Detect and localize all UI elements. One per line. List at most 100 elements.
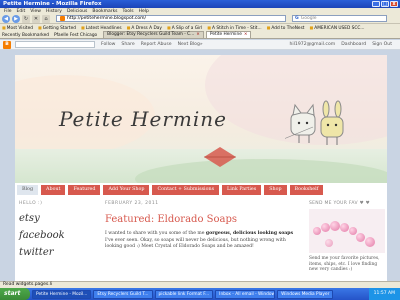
bookmark-item[interactable]: Most Visited — [2, 25, 33, 31]
bookmark-item[interactable]: Add to TheNest — [267, 25, 304, 31]
bookmark-item[interactable]: Pfaelle Fest Chicago — [54, 33, 97, 38]
window-controls: _ □ x — [372, 1, 400, 7]
next-blog-link[interactable]: Next Blog» — [178, 42, 203, 47]
forward-arrow-icon[interactable]: ▶ — [12, 14, 20, 23]
tab-label: Blogger: Etsy Recyclers Guild Team - C..… — [107, 32, 195, 37]
close-button[interactable]: x — [390, 1, 398, 7]
menu-history[interactable]: History — [46, 9, 62, 14]
address-bar[interactable]: http://petitehermine.blogspot.com/ — [56, 15, 286, 22]
tab-add-your-shop[interactable]: Add Your Shop — [103, 184, 150, 195]
beads-image — [309, 209, 385, 253]
menu-edit[interactable]: Edit — [17, 9, 26, 14]
tab-bookshelf[interactable]: Bookshelf — [289, 184, 324, 195]
blog-header[interactable]: Petite Hermine — [15, 55, 387, 183]
left-sidebar: HELLO :) etsy facebook twitter — [15, 198, 95, 289]
post-title[interactable]: Featured: Eldorado Soaps — [105, 214, 300, 225]
system-tray-clock: 11:57 AM — [368, 288, 400, 300]
sidebar-heading-hello: HELLO :) — [19, 201, 43, 206]
blogger-favicon-icon — [60, 16, 65, 21]
kite-illustration — [204, 147, 236, 167]
tab-close-icon[interactable]: × — [244, 32, 248, 38]
reload-icon[interactable]: ↻ — [22, 14, 30, 23]
post-text-bold: gorgeous, delicious looking soaps — [205, 231, 294, 236]
window-titlebar: Petite Hermine - Mozilla Firefox _ □ x — [0, 0, 400, 8]
cat-and-bunny-illustration — [285, 100, 344, 145]
tab-link-parties[interactable]: Link Parties — [222, 184, 262, 195]
sign-out-link[interactable]: Sign Out — [372, 42, 392, 47]
bookmark-item[interactable]: AMERICAN USED SCC... — [310, 25, 364, 31]
bookmark-item[interactable]: A Dress A Day — [127, 25, 162, 31]
bead — [340, 223, 349, 232]
tab-blog[interactable]: Blog — [17, 184, 39, 195]
blog-container: Petite Hermine Blog About Featured Add Y… — [15, 55, 387, 289]
taskbar-item[interactable]: pickable link Format F... — [154, 289, 214, 299]
blog-search-input[interactable] — [15, 41, 95, 48]
bookmarks-toolbar: Most Visited Getting Started Latest Head… — [0, 24, 400, 31]
bookmark-item[interactable]: A Stitch in Time - Stit... — [207, 25, 262, 31]
menu-help[interactable]: Help — [139, 9, 149, 14]
dashboard-link[interactable]: Dashboard — [341, 42, 366, 47]
maximize-button[interactable]: □ — [381, 1, 389, 7]
navigation-toolbar: ◀ ▶ ↻ ✕ ⌂ http://petitehermine.blogspot.… — [0, 14, 400, 24]
taskbar-item-firefox[interactable]: Petite Hermine - Mozil... — [32, 289, 92, 299]
right-sidebar: SEND ME YOUR FAV ♥ ♥ Send me your favori… — [309, 198, 387, 289]
menu-file[interactable]: File — [4, 9, 12, 14]
account-email: hil1972@gmail.com — [289, 42, 336, 47]
bookmark-item[interactable]: Getting Started — [38, 25, 76, 31]
share-link[interactable]: Share — [121, 42, 134, 47]
tab-shop[interactable]: Shop — [264, 184, 287, 195]
bead — [325, 239, 333, 247]
post-column: FEBRUARY 23, 2011 Featured: Eldorado Soa… — [105, 198, 300, 289]
tab-about[interactable]: About — [41, 184, 66, 195]
menu-tools[interactable]: Tools — [123, 9, 134, 14]
bead — [356, 233, 365, 242]
sidebar-fav-text: Send me your favorite pictures, items, s… — [309, 256, 380, 273]
follow-link[interactable]: Follow — [101, 42, 115, 47]
google-icon: G — [295, 16, 299, 21]
bead — [313, 227, 321, 235]
bead — [365, 237, 375, 247]
browser-tab[interactable]: Blogger: Etsy Recyclers Guild Team - C..… — [103, 31, 204, 38]
blogger-logo-icon[interactable]: B — [3, 40, 11, 49]
post-date: FEBRUARY 23, 2011 — [105, 201, 159, 206]
tab-featured[interactable]: Featured — [68, 184, 101, 195]
windows-taskbar: start Petite Hermine - Mozil... Etsy Rec… — [0, 288, 400, 300]
etsy-link[interactable]: etsy — [15, 210, 95, 227]
status-bar: Read widgets.pages.li — [0, 281, 400, 288]
blogger-account: hil1972@gmail.com Dashboard Sign Out — [289, 42, 400, 47]
blog-title[interactable]: Petite Hermine — [59, 107, 227, 131]
stop-icon[interactable]: ✕ — [32, 14, 40, 23]
search-input[interactable]: G Google — [292, 15, 387, 22]
tab-label: Petite Hermine — [209, 32, 242, 37]
facebook-link[interactable]: facebook — [15, 227, 95, 244]
bead — [349, 227, 357, 235]
blogger-navbar: B Follow Share Report Abuse Next Blog» h… — [0, 40, 400, 50]
home-icon[interactable]: ⌂ — [42, 14, 50, 23]
bead — [321, 223, 330, 232]
tab-contact-submissions[interactable]: Contact + Submissions — [152, 184, 220, 195]
menu-delicious[interactable]: Delicious — [67, 9, 87, 14]
post-text: I wanted to share with you some of the m… — [105, 231, 206, 236]
bead — [330, 221, 340, 231]
page-viewport: Petite Hermine Blog About Featured Add Y… — [0, 51, 400, 289]
post-text: I've ever seen. Okay, so soaps will neve… — [105, 237, 286, 250]
start-button[interactable]: start — [0, 288, 30, 300]
sidebar-heading-fav: SEND ME YOUR FAV ♥ ♥ — [309, 201, 370, 206]
back-arrow-icon[interactable]: ◀ — [2, 14, 10, 23]
menu-view[interactable]: View — [30, 9, 41, 14]
recently-bookmarked[interactable]: Recently Bookmarked — [2, 33, 49, 38]
bookmark-item[interactable]: Latest Headlines — [81, 25, 122, 31]
taskbar-item[interactable]: Etsy Recyclers Guild T... — [93, 289, 153, 299]
address-url: http://petitehermine.blogspot.com/ — [67, 16, 147, 21]
tab-close-icon[interactable]: × — [196, 32, 200, 38]
report-abuse-link[interactable]: Report Abuse — [141, 42, 172, 47]
browser-tab-strip: Recently Bookmarked Pfaelle Fest Chicago… — [0, 31, 400, 39]
bookmark-item[interactable]: A Slip of a Girl — [167, 25, 203, 31]
taskbar-item[interactable]: Windows Media Player — [277, 289, 334, 299]
window-title: Petite Hermine - Mozilla Firefox — [3, 1, 102, 7]
taskbar-item[interactable]: Inbox - All email - Windows L... — [215, 289, 276, 299]
menu-bookmarks[interactable]: Bookmarks — [92, 9, 117, 14]
twitter-link[interactable]: twitter — [15, 244, 95, 261]
browser-tab-active[interactable]: Petite Hermine × — [205, 31, 252, 38]
minimize-button[interactable]: _ — [372, 1, 380, 7]
